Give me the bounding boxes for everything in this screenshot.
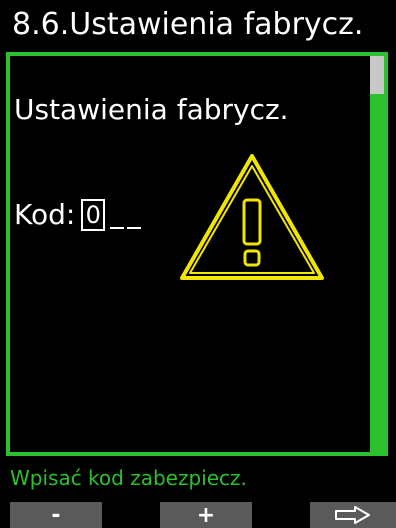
arrow-right-icon bbox=[335, 506, 370, 524]
warning-triangle-icon bbox=[180, 154, 324, 280]
content-panel: Ustawienia fabrycz. Kod: 0 bbox=[6, 52, 388, 456]
hint-text: Wpisać kod zabezpiecz. bbox=[10, 466, 247, 490]
plus-button[interactable]: + bbox=[160, 502, 252, 528]
title-bar: 8.6.Ustawienia fabrycz. bbox=[0, 0, 396, 50]
code-digit-1[interactable]: 0 bbox=[81, 199, 106, 231]
minus-button[interactable]: - bbox=[10, 502, 102, 528]
code-entry-row: Kod: 0 bbox=[14, 198, 142, 231]
softkey-bar: - + bbox=[0, 502, 396, 528]
code-digit-2-placeholder[interactable] bbox=[110, 201, 125, 229]
code-label: Kod: bbox=[14, 198, 76, 231]
scrollbar-thumb[interactable] bbox=[370, 56, 384, 94]
code-digit-3-placeholder[interactable] bbox=[127, 201, 142, 229]
section-heading: Ustawienia fabrycz. bbox=[14, 93, 289, 126]
page-title: 8.6.Ustawienia fabrycz. bbox=[12, 7, 364, 42]
scrollbar-track[interactable] bbox=[370, 56, 384, 452]
next-button[interactable] bbox=[310, 502, 396, 528]
